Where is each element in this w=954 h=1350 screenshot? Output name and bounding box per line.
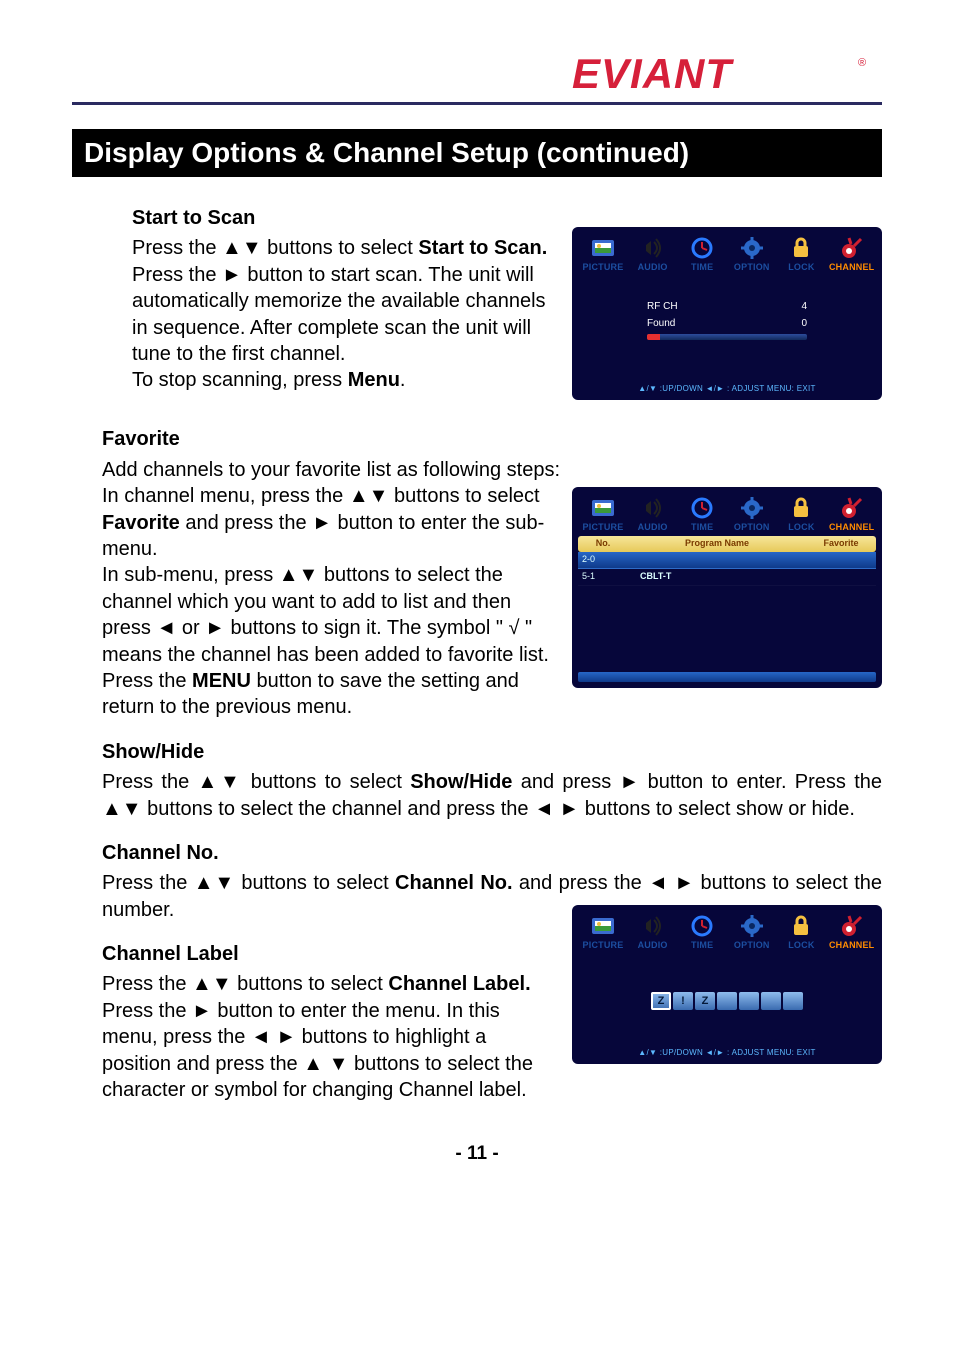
option-icon	[730, 913, 774, 939]
label-char-box: Z	[695, 992, 715, 1010]
osd-tab-option: OPTION	[730, 913, 774, 952]
page-number: - 11 -	[72, 1143, 882, 1165]
osd-tab-picture: PICTURE	[581, 495, 625, 534]
audio-icon	[631, 235, 675, 261]
table-row: 5-1CBLT-T	[578, 569, 876, 586]
col-favorite: Favorite	[806, 536, 876, 552]
osd-tab-lock: LOCK	[779, 913, 823, 952]
osd-tab-picture: PICTURE	[581, 913, 625, 952]
osd-tab-lock: LOCK	[779, 495, 823, 534]
time-icon	[680, 235, 724, 261]
osd-scan-figure: PICTUREAUDIOTIMEOPTIONLOCKCHANNEL RF CH 4…	[572, 227, 882, 400]
section-title: Display Options & Channel Setup (continu…	[72, 129, 882, 177]
osd-tab-audio: AUDIO	[631, 913, 675, 952]
showhide-text: Press the ▲▼ buttons to select Show/Hide…	[102, 769, 882, 822]
osd-tab-option: OPTION	[730, 495, 774, 534]
channel-icon	[829, 913, 873, 939]
osd-favorite-figure: PICTUREAUDIOTIMEOPTIONLOCKCHANNEL No. Pr…	[572, 487, 882, 688]
osd-tab-audio: AUDIO	[631, 495, 675, 534]
svg-text:®: ®	[858, 57, 866, 69]
showhide-heading: Show/Hide	[102, 739, 882, 765]
label-char-box	[783, 992, 803, 1010]
osd-tab-channel: CHANNEL	[829, 495, 873, 534]
option-icon	[730, 235, 774, 261]
col-program: Program Name	[628, 536, 806, 552]
label-char-box: Z	[651, 992, 671, 1010]
svg-text:EVIANT: EVIANT	[572, 52, 734, 96]
option-icon	[730, 495, 774, 521]
lock-icon	[779, 495, 823, 521]
found-label: Found	[647, 317, 675, 330]
time-icon	[680, 913, 724, 939]
audio-icon	[631, 913, 675, 939]
rfch-label: RF CH	[647, 300, 678, 313]
label-char-box	[739, 992, 759, 1010]
osd-tab-lock: LOCK	[779, 235, 823, 274]
favorite-intro: Add channels to your favorite list as fo…	[102, 457, 882, 483]
label-char-box	[761, 992, 781, 1010]
osd-footer-hint: ▲/▼ :UP/DOWN ◄/► : ADJUST MENU: EXIT	[578, 380, 876, 397]
scan-progress-bar	[647, 334, 807, 340]
osd-tab-time: TIME	[680, 913, 724, 952]
osd-tab-channel: CHANNEL	[829, 235, 873, 274]
lock-icon	[779, 235, 823, 261]
osd-footer-hint: ▲/▼ :UP/DOWN ◄/► : ADJUST MENU: EXIT	[578, 1044, 876, 1061]
osd-tab-option: OPTION	[730, 235, 774, 274]
col-no: No.	[578, 536, 628, 552]
picture-icon	[581, 495, 625, 521]
picture-icon	[581, 913, 625, 939]
found-value: 0	[801, 317, 807, 330]
time-icon	[680, 495, 724, 521]
channel-icon	[829, 495, 873, 521]
osd-tab-channel: CHANNEL	[829, 913, 873, 952]
picture-icon	[581, 235, 625, 261]
brand-logo: EVIANT ®	[72, 52, 882, 105]
channel-label-boxes: Z!Z	[588, 992, 866, 1010]
channelno-heading: Channel No.	[102, 840, 882, 866]
table-row: 2-0	[578, 552, 876, 569]
osd-tab-time: TIME	[680, 235, 724, 274]
label-char-box: !	[673, 992, 693, 1010]
osd-label-figure: PICTUREAUDIOTIMEOPTIONLOCKCHANNEL Z!Z ▲/…	[572, 905, 882, 1064]
osd-tab-audio: AUDIO	[631, 235, 675, 274]
favorite-heading: Favorite	[102, 426, 882, 452]
rfch-value: 4	[801, 300, 807, 313]
audio-icon	[631, 495, 675, 521]
osd-tab-time: TIME	[680, 495, 724, 534]
osd-tab-picture: PICTURE	[581, 235, 625, 274]
osd-tabs: PICTUREAUDIOTIMEOPTIONLOCKCHANNEL	[578, 233, 876, 274]
lock-icon	[779, 913, 823, 939]
channel-icon	[829, 235, 873, 261]
label-char-box	[717, 992, 737, 1010]
